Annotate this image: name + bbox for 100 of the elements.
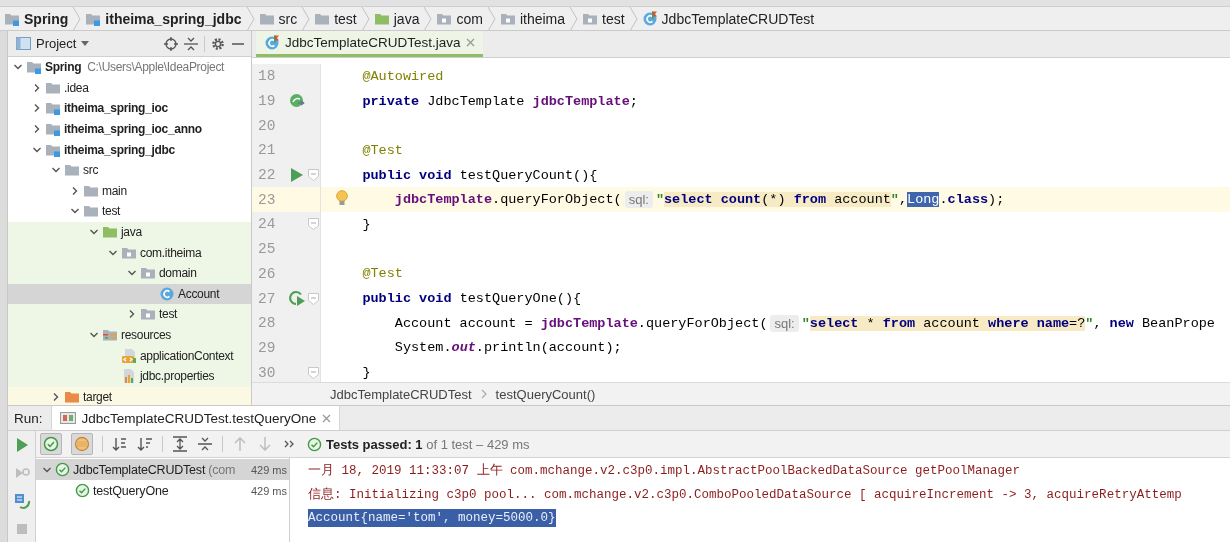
line-number: 29 xyxy=(257,339,277,356)
test-item[interactable]: JdbcTemplateCRUDTest (com 429 ms xyxy=(36,459,289,480)
project-view-dropdown[interactable]: Project xyxy=(14,36,92,51)
breadcrumb-item[interactable]: test xyxy=(578,7,629,30)
line-number: 27 xyxy=(257,290,277,307)
line-number: 23 xyxy=(257,191,277,208)
line-number: 18 xyxy=(257,68,277,85)
locate-icon[interactable] xyxy=(164,36,178,51)
chevron-right-icon[interactable] xyxy=(32,124,42,135)
code-line: @Test xyxy=(361,141,404,160)
check-circle-icon xyxy=(307,436,322,452)
expand-all-icon[interactable] xyxy=(172,436,188,452)
test-item[interactable]: testQueryOne 429 ms xyxy=(36,480,289,501)
code-line: Account account = jdbcTemplate.queryForObject( sql: "select * from account where name=?", new BeanPrope xyxy=(393,313,1216,334)
collapse-all-icon[interactable] xyxy=(184,36,198,51)
line-number: 30 xyxy=(257,364,277,381)
tree-item[interactable]: main xyxy=(8,180,251,202)
chevron-right-icon[interactable] xyxy=(32,103,42,114)
tree-item[interactable]: Account xyxy=(8,283,251,305)
breadcrumb-item[interactable]: JdbcTemplateCRUDTest xyxy=(330,386,472,402)
gutter-navigation-icon[interactable] xyxy=(288,92,306,110)
show-ignored-toggle[interactable] xyxy=(71,433,93,455)
code-line: @Autowired xyxy=(361,67,445,86)
line-number: 25 xyxy=(257,241,277,258)
class-icon xyxy=(159,285,175,302)
tree-item[interactable]: itheima_spring_ioc_anno xyxy=(8,118,251,140)
code-line: jdbcTemplate.queryForObject( sql: "select count(*) from account",Long.class); xyxy=(393,190,1006,211)
test-class-icon xyxy=(641,10,658,27)
run-icon[interactable] xyxy=(290,167,304,184)
rerun-failed-icon xyxy=(13,465,30,481)
module-icon xyxy=(45,100,61,117)
breadcrumb-item[interactable]: src xyxy=(254,7,302,30)
chevron-right-icon[interactable] xyxy=(70,185,80,196)
tree-item[interactable]: itheima_spring_ioc xyxy=(8,98,251,119)
tree-item[interactable]: jdbc.properties xyxy=(8,365,251,387)
code-line: } xyxy=(361,364,372,382)
code-line: private JdbcTemplate jdbcTemplate; xyxy=(361,92,639,111)
chevron-right-icon[interactable] xyxy=(51,391,61,402)
toggle-auto-test-icon[interactable] xyxy=(13,493,30,509)
code-line: public void testQueryCount(){ xyxy=(361,166,599,185)
code-line: } xyxy=(361,215,372,234)
breadcrumb-item[interactable]: com xyxy=(432,7,487,30)
rerun-icon[interactable] xyxy=(288,290,306,308)
sort-alphabetically-icon[interactable] xyxy=(112,436,128,452)
circle-icon xyxy=(74,436,90,452)
chevron-right-icon[interactable] xyxy=(32,82,42,93)
tree-item[interactable]: .idea xyxy=(8,77,251,99)
check-circle-icon xyxy=(43,436,59,452)
breadcrumb-item[interactable]: java xyxy=(369,7,424,30)
settings-icon[interactable] xyxy=(211,36,225,51)
caret-icon xyxy=(81,41,90,46)
breadcrumb-item[interactable]: Spring xyxy=(0,7,73,30)
tree-item[interactable]: java xyxy=(8,221,251,243)
editor-tab[interactable]: JdbcTemplateCRUDTest.java xyxy=(256,31,483,57)
run-label: Run: xyxy=(13,409,44,428)
close-icon[interactable] xyxy=(322,413,332,423)
breadcrumb-item[interactable]: itheima_spring_jdbc xyxy=(81,7,246,30)
breadcrumb-item[interactable]: itheima xyxy=(495,7,570,30)
chevron-down-icon[interactable] xyxy=(89,330,99,340)
code-line: System.out.println(account); xyxy=(393,339,623,358)
show-passed-toggle[interactable] xyxy=(40,433,62,455)
close-icon[interactable] xyxy=(465,38,475,47)
tree-item[interactable]: test xyxy=(8,304,251,325)
code-line: public void testQueryOne(){ xyxy=(361,290,583,309)
line-number: 20 xyxy=(257,117,277,134)
breadcrumb-item[interactable]: test xyxy=(310,7,361,30)
resources-folder-icon xyxy=(102,327,118,343)
line-number: 26 xyxy=(257,265,277,282)
tree-item[interactable]: Spring C:\Users\Apple\IdeaProject xyxy=(8,57,251,78)
line-number: 22 xyxy=(257,167,277,184)
module-icon xyxy=(45,121,61,138)
folder-icon xyxy=(83,203,99,220)
test-status-text: Tests passed: 1 of 1 test – 429 ms xyxy=(326,436,530,452)
console-line: 信息: Initializing c3p0 pool... com.mchange.v2.c3p0.ComboPooledDataSource [ acquireIncrement -> 3, acquireRetryAttemp xyxy=(308,486,1182,504)
code-line: @Test xyxy=(361,265,404,284)
run-tab[interactable]: JdbcTemplateCRUDTest.testQueryOne xyxy=(50,406,341,430)
console-line: 一月 18, 2019 11:33:07 上午 com.mchange.v2.c3p0.impl.AbstractPoolBackedDataSource getPoolManager xyxy=(308,462,1021,480)
folder-icon xyxy=(102,224,118,241)
line-number: 19 xyxy=(257,93,277,110)
breadcrumb-item[interactable]: testQueryCount() xyxy=(495,386,596,402)
line-number: 21 xyxy=(257,142,277,159)
package-icon xyxy=(140,265,156,282)
tree-item[interactable]: domain xyxy=(8,262,251,284)
breadcrumb-item[interactable]: JdbcTemplateCRUDTest xyxy=(637,7,819,30)
line-number: 24 xyxy=(257,216,277,233)
sort-by-duration-icon[interactable] xyxy=(137,436,153,452)
tree-item[interactable]: com.itheima xyxy=(8,242,251,263)
test-run-icon xyxy=(59,412,76,424)
tree-item[interactable]: src xyxy=(8,159,251,181)
chevron-right-icon[interactable] xyxy=(127,309,137,320)
separator-icon xyxy=(479,389,488,399)
collapse-all-icon[interactable] xyxy=(197,436,213,452)
lightbulb-icon[interactable] xyxy=(336,190,348,208)
tree-item[interactable]: resources xyxy=(8,324,251,346)
folder-icon xyxy=(64,162,80,179)
tree-item[interactable]: test xyxy=(8,201,251,222)
tree-item[interactable]: itheima_spring_jdbc xyxy=(8,139,251,160)
window-icon xyxy=(16,37,31,50)
tree-item[interactable]: applicationContext xyxy=(8,345,251,366)
properties-file-icon xyxy=(121,368,137,385)
